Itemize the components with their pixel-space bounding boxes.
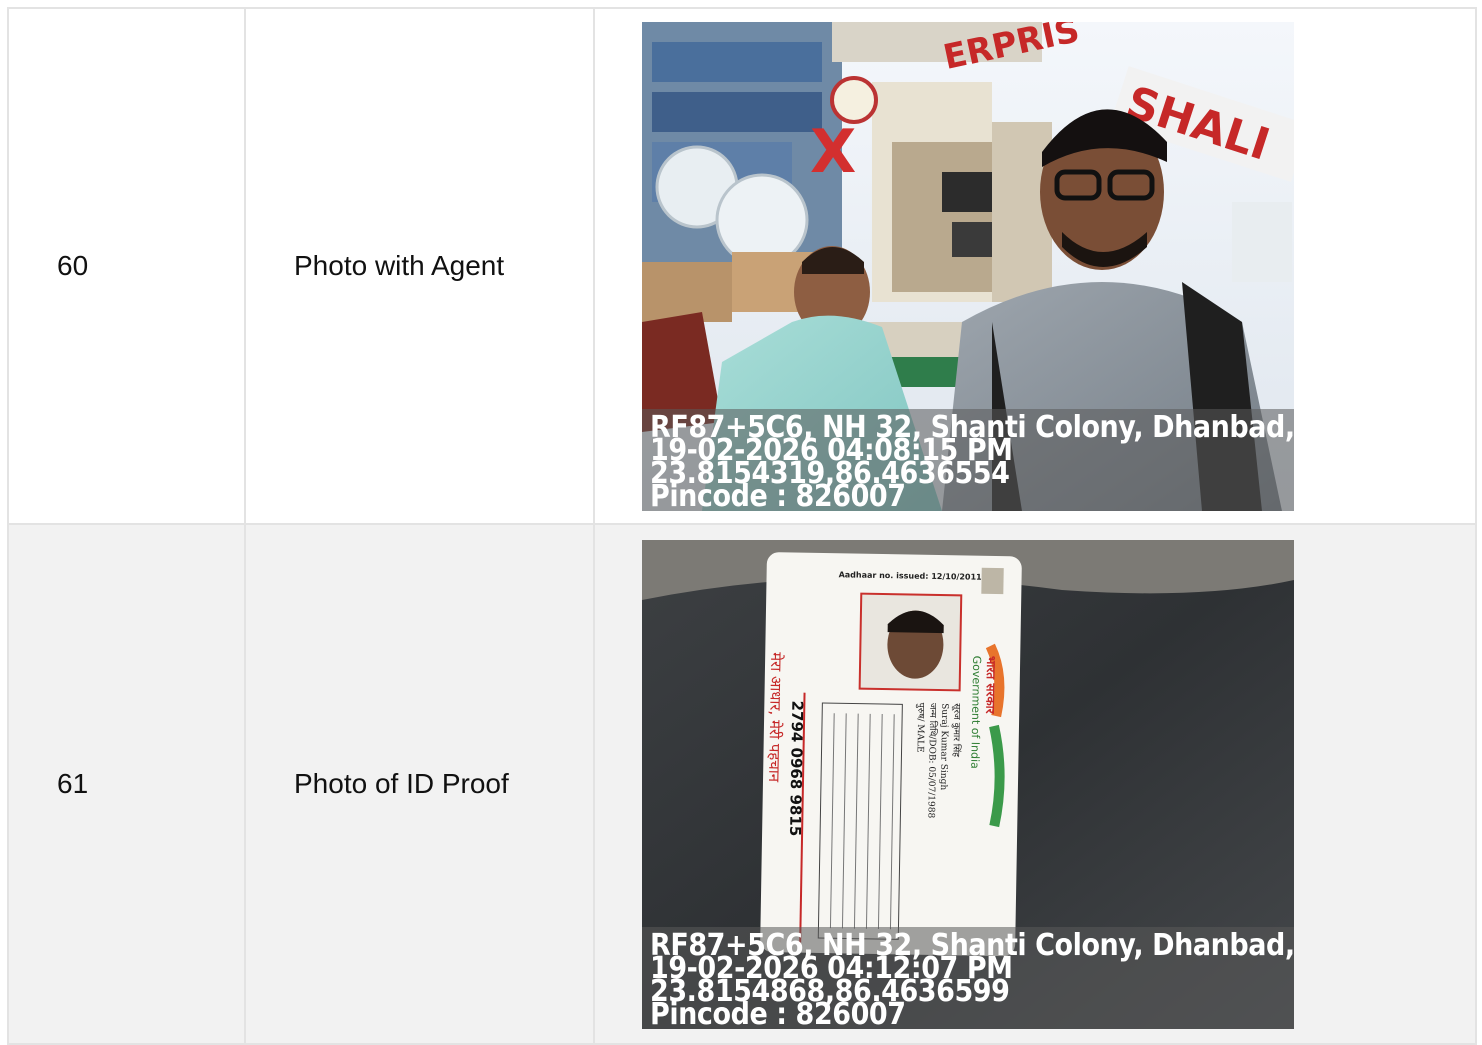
row-label: Photo of ID Proof [244,523,595,1045]
stamp-pincode: Pincode : 826007 [650,478,906,511]
row-label: Photo with Agent [244,7,595,525]
table-row: 61 Photo of ID Proof Aadhaar no. issued:… [7,523,1477,1045]
report-sheet: 60 Photo with Agent X SHALI ERPRIS RF87+… [7,7,1477,1045]
svg-text:Government of India: Government of India [968,655,983,768]
row-number: 60 [7,7,246,525]
geotag-stamp: RF87+5C6, NH 32, Shanti Colony, Dhanbad,… [642,926,1294,1029]
stamp-pincode: Pincode : 826007 [650,996,906,1029]
row-number: 61 [7,523,246,1045]
svg-text:मेरा आधार, मेरी पहचान: मेरा आधार, मेरी पहचान [765,652,785,783]
selfie-photo[interactable]: X SHALI ERPRIS RF87+5C6, NH 32, Shanti C… [642,21,1294,511]
id-proof-photo[interactable]: Aadhaar no. issued: 12/10/2011 भारत सरका… [642,539,1294,1029]
photo-cell: Aadhaar no. issued: 12/10/2011 भारत सरका… [593,523,1477,1045]
photo-table: 60 Photo with Agent X SHALI ERPRIS RF87+… [7,7,1477,1045]
svg-text:भारत सरकार: भारत सरकार [983,655,998,714]
svg-text:सूरज कुमार सिंह: सूरज कुमार सिंह [950,703,963,757]
svg-text:Suraj Kumar Singh: Suraj Kumar Singh [938,703,950,790]
photo-cell: X SHALI ERPRIS RF87+5C6, NH 32, Shanti C… [593,7,1477,525]
geotag-stamp: RF87+5C6, NH 32, Shanti Colony, Dhanbad,… [642,408,1294,511]
svg-text:X: X [810,117,856,187]
table-row: 60 Photo with Agent X SHALI ERPRIS RF87+… [7,7,1477,525]
svg-text:पुरुष/ MALE: पुरुष/ MALE [915,702,926,752]
